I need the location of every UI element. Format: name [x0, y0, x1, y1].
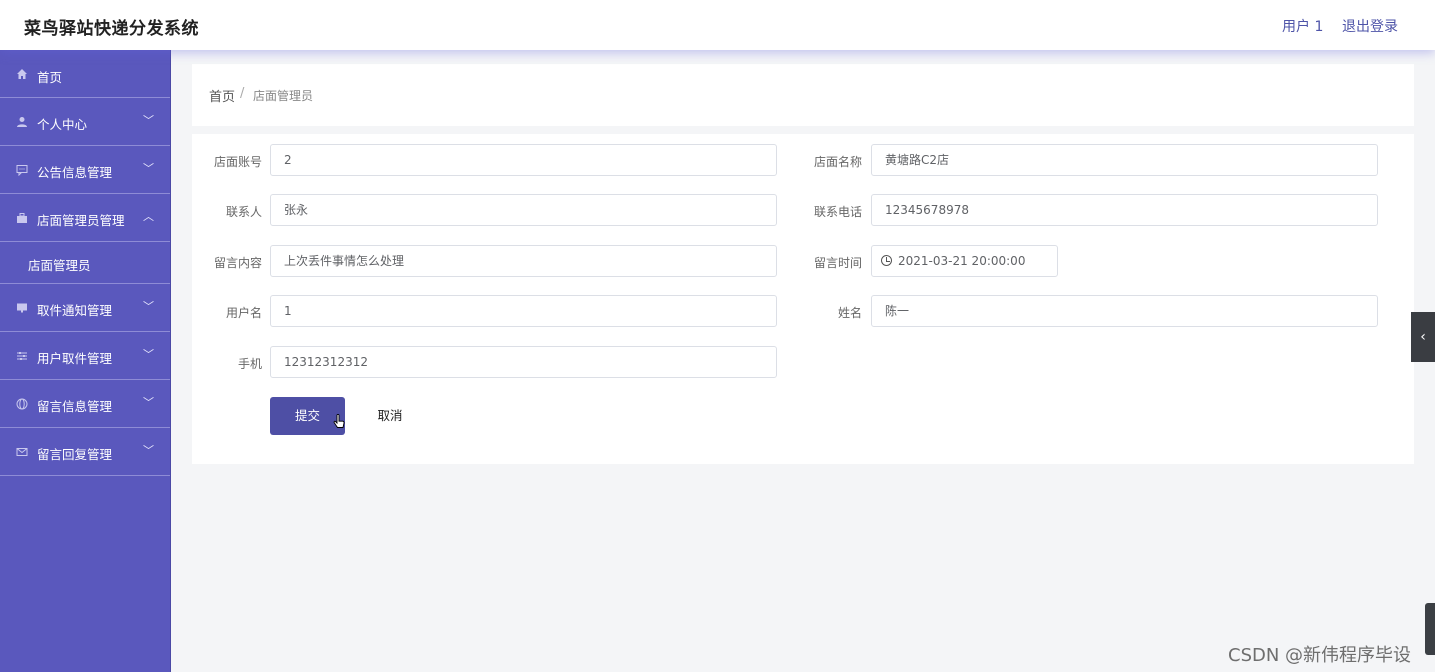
chevron-down-icon: ﹀ [143, 114, 154, 127]
sidebar-item-pickup-notice-management[interactable]: 取件通知管理 ﹀ [0, 284, 170, 332]
current-user-label: 用户 1 [1282, 19, 1324, 35]
sidebar-subitem-label: 店面管理员 [28, 258, 91, 273]
name-input[interactable]: 陈一 [871, 295, 1378, 327]
store-account-label: 店面账号 [213, 155, 262, 169]
breadcrumb-separator: / [240, 86, 245, 101]
monitor-icon [15, 301, 29, 315]
breadcrumb: 首页 / 店面管理员 [192, 64, 1414, 126]
sidebar-item-personal-center[interactable]: 个人中心 ﹀ [0, 98, 170, 146]
message-time-picker[interactable]: 2021-03-21 20:00:00 [871, 245, 1058, 277]
mail-icon [15, 445, 29, 459]
sidebar-item-message-management[interactable]: 留言信息管理 ﹀ [0, 380, 170, 428]
sidebar-item-label: 用户取件管理 [37, 351, 113, 366]
cancel-button[interactable]: 取消 [360, 397, 420, 435]
sidebar-subitem-store-admin[interactable]: 店面管理员 [0, 242, 170, 284]
app-title: 菜鸟驿站快递分发系统 [24, 19, 199, 39]
message-time-value: 2021-03-21 20:00:00 [898, 254, 1026, 268]
sidebar-item-label: 店面管理员管理 [37, 213, 125, 228]
collapse-panel-button[interactable]: ‹ [1411, 312, 1435, 362]
breadcrumb-home-link[interactable]: 首页 [209, 86, 235, 105]
chevron-down-icon: ﹀ [143, 300, 154, 313]
username-label: 用户名 [225, 306, 262, 320]
sidebar-menu: 首页 个人中心 ﹀ 公告信息管理 ﹀ 店面管理员管理 ︿ 店面管理员 取件通知管… [0, 50, 171, 672]
sidebar-item-label: 公告信息管理 [37, 165, 113, 180]
main-content: 首页 / 店面管理员 店面账号 2 店面名称 黄塘路C2店 联系人 张永 联系电… [171, 50, 1435, 672]
sidebar-item-message-reply-management[interactable]: 留言回复管理 ﹀ [0, 428, 170, 476]
chat-icon [15, 163, 29, 177]
sidebar-item-label: 取件通知管理 [37, 303, 113, 318]
mobile-input[interactable]: 12312312312 [270, 346, 777, 378]
sidebar-item-label: 留言回复管理 [37, 447, 113, 462]
store-name-input[interactable]: 黄塘路C2店 [871, 144, 1378, 176]
globe-icon [15, 397, 29, 411]
chevron-down-icon: ﹀ [143, 162, 154, 175]
sidebar-item-label: 留言信息管理 [37, 399, 113, 414]
message-label: 留言内容 [213, 256, 262, 270]
logout-link[interactable]: 退出登录 [1342, 16, 1398, 36]
chevron-up-icon: ︿ [143, 210, 154, 223]
chevron-down-icon: ﹀ [143, 396, 154, 409]
name-label: 姓名 [837, 306, 862, 320]
message-input[interactable]: 上次丢件事情怎么处理 [270, 245, 777, 277]
contact-label: 联系人 [225, 205, 262, 219]
sidebar-item-label: 首页 [37, 70, 63, 85]
scroll-handle[interactable] [1425, 603, 1435, 655]
chevron-left-icon: ‹ [1420, 329, 1426, 345]
message-time-label: 留言时间 [813, 256, 862, 270]
sliders-icon [15, 349, 29, 363]
sidebar-item-home[interactable]: 首页 [0, 50, 170, 98]
breadcrumb-current: 店面管理员 [253, 89, 314, 103]
username-input[interactable]: 1 [270, 295, 777, 327]
person-icon [15, 115, 29, 129]
store-name-label: 店面名称 [813, 155, 862, 169]
chevron-down-icon: ﹀ [143, 444, 154, 457]
home-icon [15, 67, 29, 81]
sidebar-item-store-admin-management[interactable]: 店面管理员管理 ︿ [0, 194, 170, 242]
store-account-input[interactable]: 2 [270, 144, 777, 176]
briefcase-icon [15, 211, 29, 225]
contact-input[interactable]: 张永 [270, 194, 777, 226]
store-admin-form: 店面账号 2 店面名称 黄塘路C2店 联系人 张永 联系电话 123456789… [192, 134, 1414, 464]
mobile-label: 手机 [237, 357, 262, 371]
hand-cursor-icon [333, 414, 345, 428]
sidebar-item-label: 个人中心 [37, 117, 88, 132]
contact-phone-input[interactable]: 12345678978 [871, 194, 1378, 226]
clock-icon [881, 255, 892, 266]
top-header: 菜鸟驿站快递分发系统 用户 1 退出登录 [0, 0, 1435, 50]
sidebar-item-announcements[interactable]: 公告信息管理 ﹀ [0, 146, 170, 194]
sidebar-item-user-pickup-management[interactable]: 用户取件管理 ﹀ [0, 332, 170, 380]
watermark: CSDN @新伟程序毕设 [1228, 645, 1412, 666]
contact-phone-label: 联系电话 [813, 205, 862, 219]
chevron-down-icon: ﹀ [143, 348, 154, 361]
